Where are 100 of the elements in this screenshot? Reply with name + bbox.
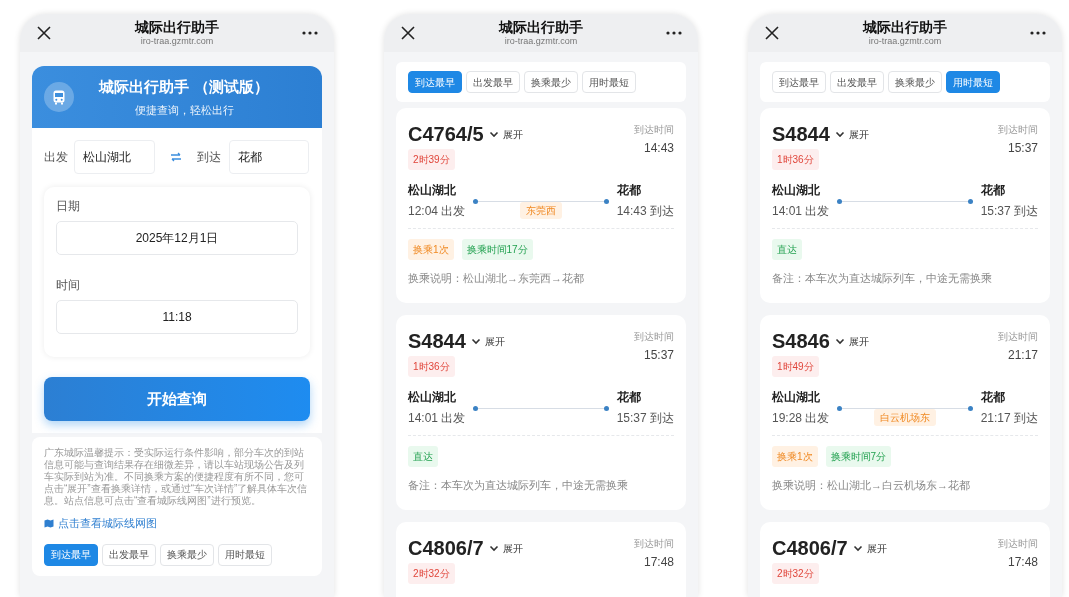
map-link[interactable]: 点击查看城际线网图 xyxy=(44,515,310,532)
route-note: 换乘说明：松山湖北→白云机场东→花都 xyxy=(772,478,971,493)
station-name: 花都 xyxy=(616,181,642,199)
sort-tab[interactable]: 出发最早 xyxy=(466,71,520,93)
sort-tab[interactable]: 出发最早 xyxy=(830,71,884,93)
arrival-label: 到达时间 xyxy=(634,330,674,344)
more-icon[interactable] xyxy=(302,31,318,35)
chevron-icon xyxy=(488,130,499,138)
bus-icon xyxy=(44,82,74,112)
departure-time: 12:04 出发 xyxy=(408,202,466,220)
arrival-time: 14:43 到达 xyxy=(616,202,674,220)
duration-badge: 1时49分 xyxy=(772,356,819,377)
arrival-time: 15:37 xyxy=(643,347,674,364)
sort-tab[interactable]: 换乘最少 xyxy=(888,71,942,93)
map-link-text[interactable]: 点击查看城际线网图 xyxy=(58,515,157,532)
page-url: iro-traa.gzmtr.com xyxy=(868,36,942,47)
route-note: 换乘说明：松山湖北→东莞西→花都 xyxy=(408,271,585,286)
sort-tab[interactable]: 到达最早 xyxy=(44,543,98,566)
station-name: 松山湖北 xyxy=(772,388,821,406)
chevron-icon xyxy=(834,130,845,138)
expand-toggle[interactable]: 展开 xyxy=(488,540,523,556)
sort-tab[interactable]: 用时最短 xyxy=(946,71,1000,93)
duration-badge: 2时32分 xyxy=(772,563,819,584)
expand-toggle[interactable]: 展开 xyxy=(852,540,887,556)
route-note: 备注：本车次为直达城际列车，中途无需换乘 xyxy=(772,271,993,286)
map-icon xyxy=(44,518,54,528)
arrival-time: 15:37 到达 xyxy=(980,202,1038,220)
transfer-station: 东莞西 xyxy=(520,202,562,219)
arrival-time: 21:17 xyxy=(1007,347,1038,364)
route-tag: 换乘时间17分 xyxy=(461,239,533,260)
train-number: C4806/7 xyxy=(408,536,484,560)
transfer-station: 白云机场东 xyxy=(874,409,936,426)
date-field[interactable]: 2025年12月1日 xyxy=(56,221,298,255)
more-icon[interactable] xyxy=(666,31,682,35)
page-title: 城际出行助手 xyxy=(499,19,583,36)
station-name: 花都 xyxy=(616,388,642,406)
sort-tab[interactable]: 换乘最少 xyxy=(524,71,578,93)
arrival-label: 到达时间 xyxy=(998,123,1038,137)
route-tag: 直达 xyxy=(772,239,802,260)
swap-icon[interactable] xyxy=(170,152,182,162)
station-name: 松山湖北 xyxy=(408,388,457,406)
departure-time: 19:28 出发 xyxy=(772,409,830,427)
arrival-label: 到达时间 xyxy=(634,123,674,137)
station-name: 花都 xyxy=(980,181,1006,199)
expand-toggle[interactable]: 展开 xyxy=(834,333,869,349)
to-field[interactable]: 花都 xyxy=(229,140,309,174)
station-name: 花都 xyxy=(980,388,1006,406)
arrival-label: 到达时间 xyxy=(998,330,1038,344)
arrival-label: 到达时间 xyxy=(634,537,674,551)
banner-subtitle: 便捷查询，轻松出行 xyxy=(134,102,234,118)
arrival-time: 15:37 xyxy=(1007,140,1038,157)
departure-time: 14:01 出发 xyxy=(772,202,830,220)
notice-text: 广东城际温馨提示：受实际运行条件影响，部分车次的到站信息可能与查询结果存在细微差异，请以车站现场公告及列车实际到站为准。不同换乘方案的便捷程度有所不同，您可点击“展开”查看换乘详情，或通过“车次详情”了解具体车次信息。站点信息可点击“查看城际线网图”进行预览。 xyxy=(44,447,309,507)
expand-toggle[interactable]: 展开 xyxy=(470,333,505,349)
train-number: S4846 xyxy=(772,329,830,353)
field-label: 日期 xyxy=(56,198,81,215)
banner-title: 城际出行助手 （测试版） xyxy=(99,77,269,97)
route-tag: 换乘时间7分 xyxy=(825,446,892,467)
chevron-icon xyxy=(834,337,845,345)
close-icon[interactable] xyxy=(400,25,416,41)
duration-badge: 1时36分 xyxy=(408,356,455,377)
train-number: C4764/5 xyxy=(408,122,484,146)
arrival-time: 21:17 到达 xyxy=(980,409,1038,427)
page-title: 城际出行助手 xyxy=(135,19,219,36)
arrival-time: 17:48 xyxy=(1007,554,1038,571)
sort-tab[interactable]: 出发最早 xyxy=(102,543,156,566)
sort-tab[interactable]: 换乘最少 xyxy=(160,543,214,566)
sort-tab[interactable]: 到达最早 xyxy=(772,71,826,93)
route-tag: 换乘1次 xyxy=(408,239,454,260)
station-name: 松山湖北 xyxy=(772,181,821,199)
close-icon[interactable] xyxy=(764,25,780,41)
field-label: 时间 xyxy=(56,277,81,294)
more-icon[interactable] xyxy=(1030,31,1046,35)
chevron-icon xyxy=(852,544,863,552)
close-icon[interactable] xyxy=(36,25,52,41)
search-button[interactable]: 开始查询 xyxy=(44,377,310,421)
station-name: 松山湖北 xyxy=(408,181,457,199)
duration-badge: 1时36分 xyxy=(772,149,819,170)
chevron-icon xyxy=(488,544,499,552)
page-url: iro-traa.gzmtr.com xyxy=(504,36,578,47)
expand-toggle[interactable]: 展开 xyxy=(834,126,869,142)
train-number: C4806/7 xyxy=(772,536,848,560)
arrival-time: 17:48 xyxy=(643,554,674,571)
field-label: 出发 xyxy=(44,149,69,166)
expand-toggle[interactable]: 展开 xyxy=(488,126,523,142)
duration-badge: 2时32分 xyxy=(408,563,455,584)
sort-tab[interactable]: 用时最短 xyxy=(218,543,272,566)
time-field[interactable]: 11:18 xyxy=(56,300,298,334)
arrival-label: 到达时间 xyxy=(998,537,1038,551)
arrival-time: 15:37 到达 xyxy=(616,409,674,427)
arrival-time: 14:43 xyxy=(643,140,674,157)
route-tag: 直达 xyxy=(408,446,438,467)
sort-tab[interactable]: 用时最短 xyxy=(582,71,636,93)
route-note: 备注：本车次为直达城际列车，中途无需换乘 xyxy=(408,478,629,493)
sort-tab[interactable]: 到达最早 xyxy=(408,71,462,93)
route-tag: 换乘1次 xyxy=(772,446,818,467)
page-url: iro-traa.gzmtr.com xyxy=(140,36,214,47)
train-number: S4844 xyxy=(408,329,466,353)
departure-time: 14:01 出发 xyxy=(408,409,466,427)
from-field[interactable]: 松山湖北 xyxy=(74,140,155,174)
